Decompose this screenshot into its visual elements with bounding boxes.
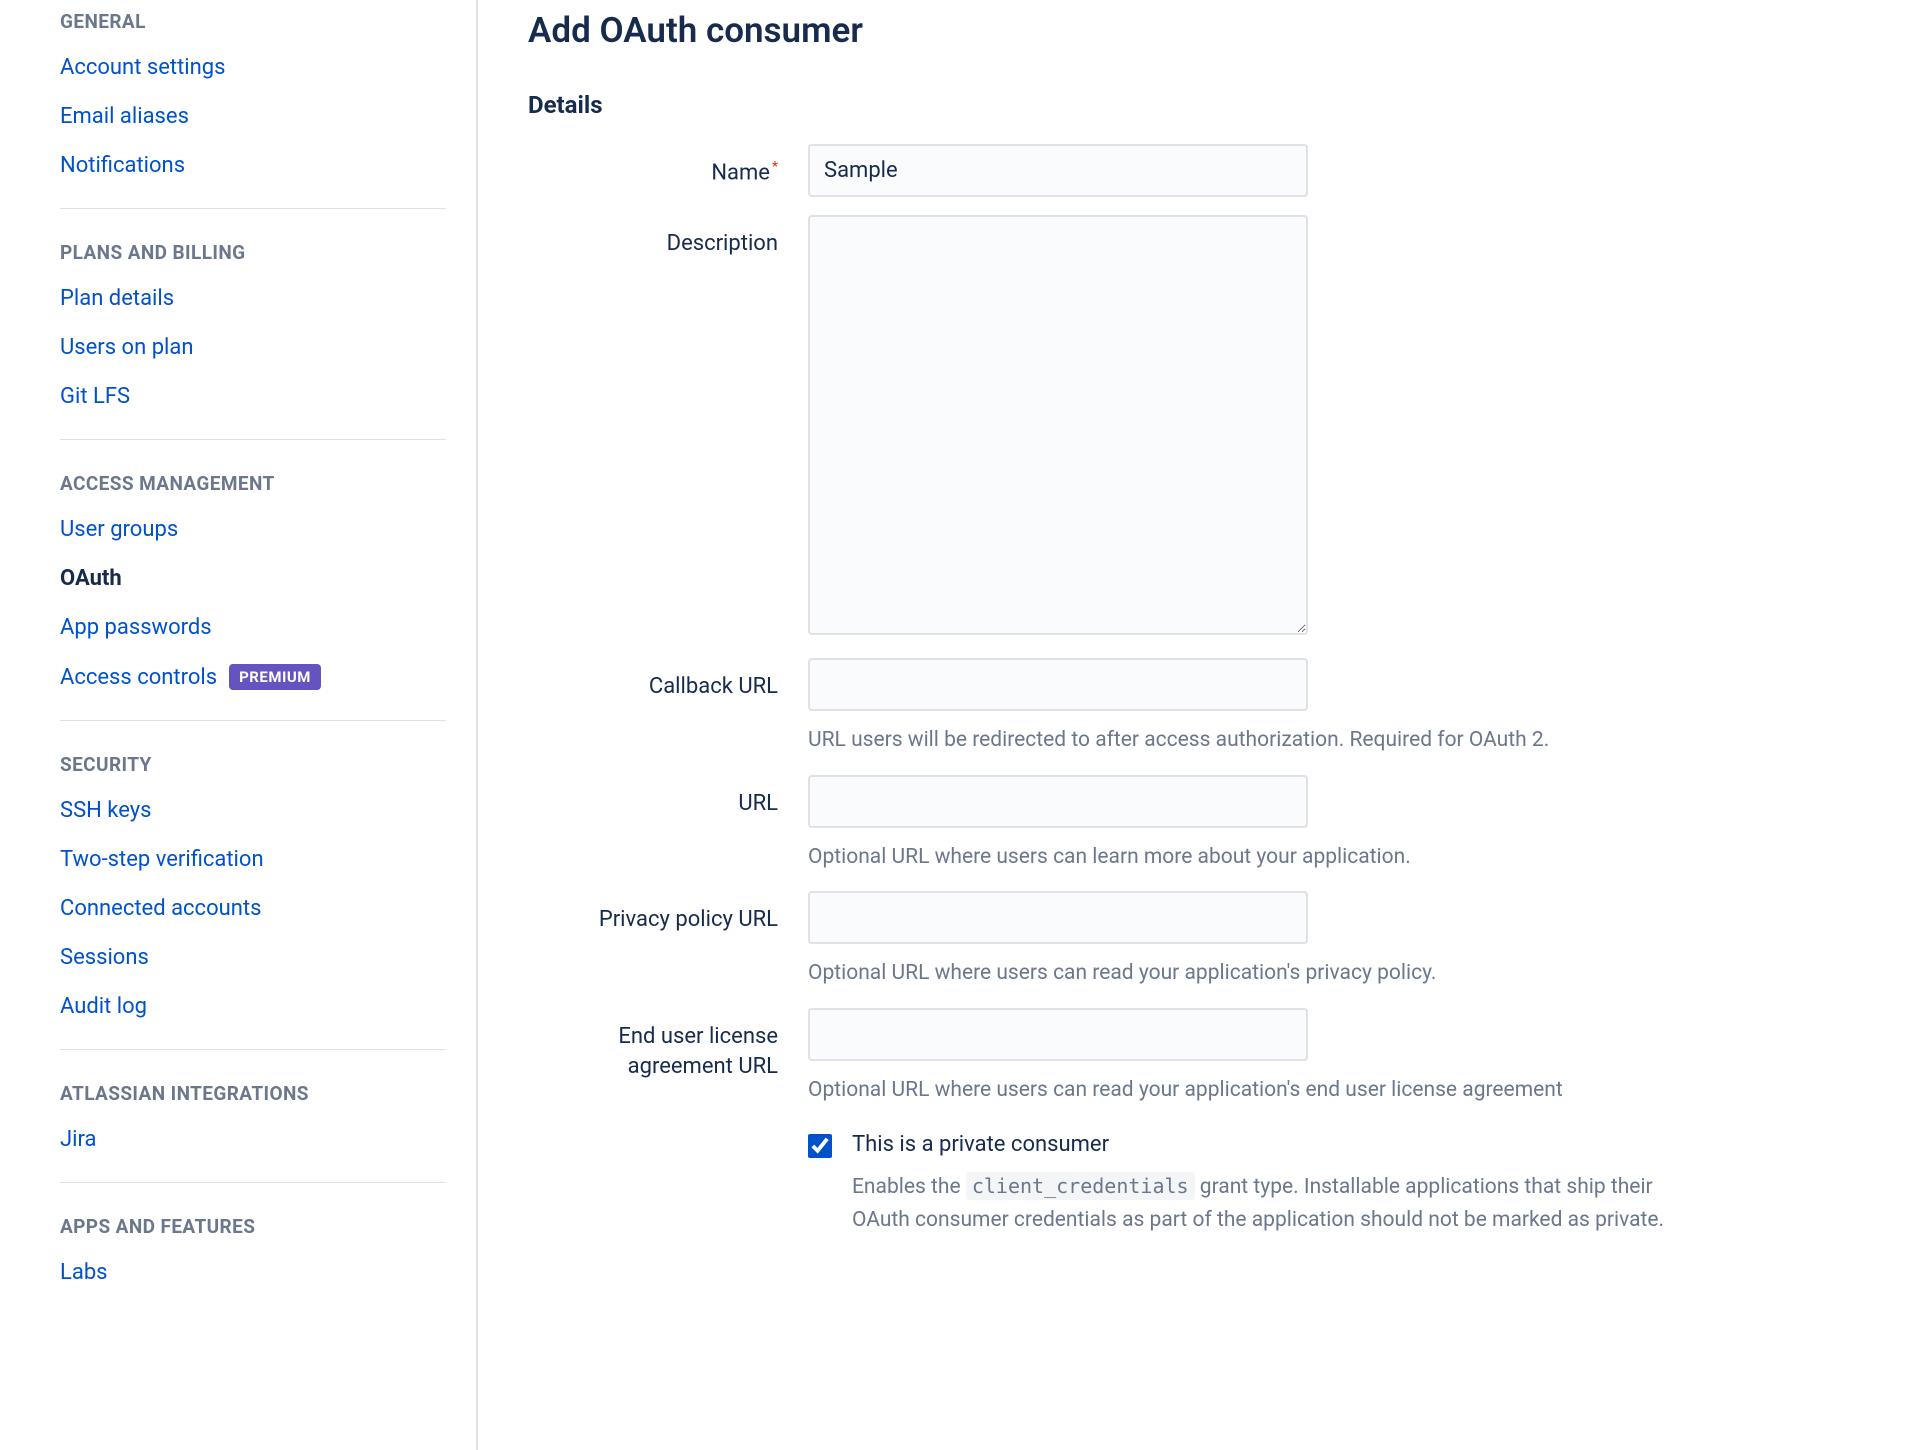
sidebar-item-plan-details[interactable]: Plan details [60, 274, 446, 323]
sidebar-item-account-settings[interactable]: Account settings [60, 43, 446, 92]
sidebar-section-integrations: ATLASSIAN INTEGRATIONS [60, 1082, 446, 1105]
eula-url-help: Optional URL where users can read your a… [808, 1075, 1728, 1107]
sidebar-divider [60, 1182, 446, 1183]
eula-url-label: End user license agreement URL [528, 1008, 808, 1084]
sidebar-section-access: ACCESS MANAGEMENT [60, 472, 446, 495]
sidebar-item-oauth[interactable]: OAuth [60, 554, 446, 603]
sidebar-divider [60, 208, 446, 209]
sidebar-divider [60, 1049, 446, 1050]
sidebar-item-label: Audit log [60, 994, 147, 1019]
page-title: Add OAuth consumer [528, 10, 1872, 51]
url-input[interactable] [808, 775, 1308, 828]
sidebar-item-notifications[interactable]: Notifications [60, 141, 446, 190]
sidebar-item-label: Account settings [60, 55, 225, 80]
panel-title: Details [528, 91, 1872, 119]
private-consumer-checkbox[interactable] [808, 1134, 832, 1158]
sidebar-item-label: User groups [60, 517, 178, 542]
sidebar-item-label: App passwords [60, 615, 212, 640]
url-help: Optional URL where users can learn more … [808, 842, 1728, 874]
main-content: Add OAuth consumer Details Name* Descrip… [478, 0, 1932, 1450]
name-label: Name* [528, 144, 808, 189]
sidebar-item-label: Jira [60, 1127, 96, 1152]
settings-sidebar: GENERAL Account settings Email aliases N… [0, 0, 478, 1450]
sidebar-item-email-aliases[interactable]: Email aliases [60, 92, 446, 141]
sidebar-item-label: Connected accounts [60, 896, 261, 921]
sidebar-section-apps: APPS AND FEATURES [60, 1215, 446, 1238]
callback-url-input[interactable] [808, 658, 1308, 711]
sidebar-section-general: GENERAL [60, 10, 446, 33]
sidebar-item-label: Plan details [60, 286, 174, 311]
sidebar-section-security: SECURITY [60, 753, 446, 776]
privacy-url-label: Privacy policy URL [528, 891, 808, 936]
required-asterisk: * [772, 159, 778, 175]
sidebar-item-labs[interactable]: Labs [60, 1248, 446, 1297]
private-consumer-label[interactable]: This is a private consumer [852, 1132, 1109, 1157]
sidebar-item-label: Email aliases [60, 104, 189, 129]
sidebar-item-label: Git LFS [60, 384, 130, 409]
name-input[interactable] [808, 144, 1308, 197]
eula-url-input[interactable] [808, 1008, 1308, 1061]
premium-badge: PREMIUM [229, 664, 321, 690]
sidebar-item-user-groups[interactable]: User groups [60, 505, 446, 554]
privacy-url-help: Optional URL where users can read your a… [808, 958, 1728, 990]
description-label: Description [528, 215, 808, 260]
callback-url-help: URL users will be redirected to after ac… [808, 725, 1728, 757]
client-credentials-code: client_credentials [966, 1172, 1195, 1200]
description-textarea[interactable] [808, 215, 1308, 635]
sidebar-item-label: Access controls [60, 665, 217, 690]
sidebar-item-sessions[interactable]: Sessions [60, 933, 446, 982]
sidebar-item-label: Sessions [60, 945, 149, 970]
sidebar-item-jira[interactable]: Jira [60, 1115, 446, 1164]
sidebar-item-label: Notifications [60, 153, 185, 178]
sidebar-item-audit-log[interactable]: Audit log [60, 982, 446, 1031]
sidebar-item-users-on-plan[interactable]: Users on plan [60, 323, 446, 372]
sidebar-item-ssh-keys[interactable]: SSH keys [60, 786, 446, 835]
private-consumer-help: Enables the client_credentials grant typ… [852, 1171, 1712, 1236]
sidebar-item-two-step[interactable]: Two-step verification [60, 835, 446, 884]
sidebar-item-label: Users on plan [60, 335, 194, 360]
sidebar-item-connected-accounts[interactable]: Connected accounts [60, 884, 446, 933]
sidebar-item-git-lfs[interactable]: Git LFS [60, 372, 446, 421]
sidebar-item-label: OAuth [60, 566, 122, 591]
sidebar-divider [60, 720, 446, 721]
sidebar-section-plans: PLANS AND BILLING [60, 241, 446, 264]
sidebar-item-app-passwords[interactable]: App passwords [60, 603, 446, 652]
sidebar-item-label: SSH keys [60, 798, 152, 823]
privacy-url-input[interactable] [808, 891, 1308, 944]
sidebar-divider [60, 439, 446, 440]
sidebar-item-label: Two-step verification [60, 847, 264, 872]
callback-url-label: Callback URL [528, 658, 808, 703]
sidebar-item-access-controls[interactable]: Access controls PREMIUM [60, 652, 446, 702]
sidebar-item-label: Labs [60, 1260, 108, 1285]
url-label: URL [528, 775, 808, 820]
